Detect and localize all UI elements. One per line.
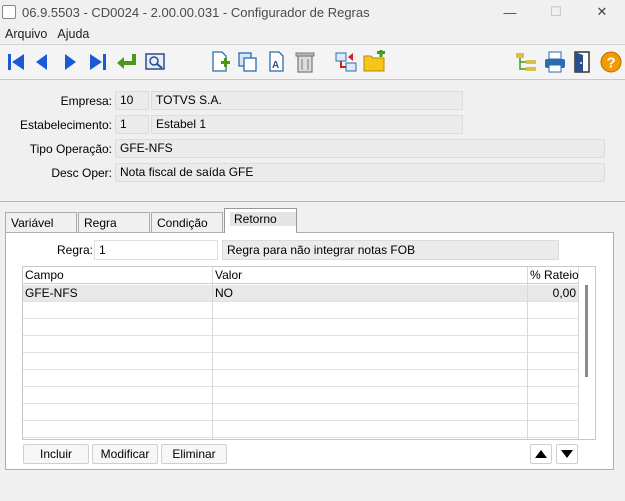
incluir-button[interactable]: Incluir	[23, 444, 89, 464]
empty-row	[23, 319, 579, 336]
goto-icon[interactable]	[114, 50, 138, 74]
table-row[interactable]: GFE-NFS NO 0,00	[23, 285, 579, 302]
first-record-icon[interactable]	[4, 50, 28, 74]
regra-label: Regra:	[57, 243, 94, 257]
section-divider	[0, 201, 625, 202]
desc-oper-field: Nota fiscal de saída GFE	[115, 163, 605, 182]
print-icon[interactable]	[543, 50, 567, 74]
arrow-down-icon	[561, 450, 573, 458]
eliminar-button[interactable]: Eliminar	[161, 444, 227, 464]
menu-bar: Arquivo Ajuda	[0, 24, 625, 44]
move-down-button[interactable]	[556, 444, 578, 464]
menu-arquivo[interactable]: Arquivo	[0, 27, 52, 41]
column-header-valor[interactable]: Valor	[213, 267, 528, 284]
estab-code-field: 1	[115, 115, 149, 134]
delete-icon[interactable]	[293, 50, 317, 74]
arrow-up-icon	[535, 450, 547, 458]
regra-input[interactable]: 1	[94, 240, 218, 260]
column-header-campo[interactable]: Campo	[23, 267, 213, 284]
empty-row	[23, 370, 579, 387]
grid-header-row: Campo Valor % Rateio	[23, 267, 579, 284]
desc-oper-label: Desc Oper:	[51, 166, 112, 180]
tipo-operacao-field: GFE-NFS	[115, 139, 605, 158]
regra-description-field: Regra para não integrar notas FOB	[222, 240, 559, 260]
tab-retorno-label: Retorno	[230, 212, 296, 226]
search-icon[interactable]	[143, 50, 167, 74]
empresa-code-field: 10	[115, 91, 149, 110]
last-record-icon[interactable]	[86, 50, 110, 74]
tab-variavel[interactable]: Variável	[5, 212, 77, 233]
new-folder-icon[interactable]	[362, 50, 386, 74]
grid-scroll-thumb[interactable]	[585, 285, 588, 377]
title-bar: 06.9.5503 - CD0024 - 2.00.00.031 - Confi…	[0, 0, 625, 24]
tab-regra[interactable]: Regra	[78, 212, 150, 233]
minimize-button[interactable]: —	[487, 0, 533, 24]
menu-ajuda[interactable]: Ajuda	[52, 27, 94, 41]
empty-row	[23, 421, 579, 438]
tab-condicao[interactable]: Condição	[151, 212, 223, 233]
retorno-grid[interactable]: Campo Valor % Rateio GFE-NFS NO 0,00	[22, 266, 596, 440]
empty-row	[23, 336, 579, 353]
next-record-icon[interactable]	[58, 50, 82, 74]
column-divider	[527, 267, 528, 439]
column-divider	[212, 267, 213, 439]
window-title: 06.9.5503 - CD0024 - 2.00.00.031 - Confi…	[22, 4, 370, 20]
column-divider	[578, 267, 579, 439]
cell-rateio: 0,00	[552, 286, 576, 300]
tab-retorno[interactable]: Retorno	[224, 208, 297, 233]
app-icon	[2, 5, 16, 19]
column-header-rateio[interactable]: % Rateio	[528, 267, 578, 284]
close-button[interactable]: ✕	[579, 0, 625, 24]
grid-scrollbar[interactable]	[580, 267, 595, 439]
empty-row	[23, 353, 579, 370]
tab-condicao-label: Condição	[157, 216, 208, 230]
svg-text:A: A	[272, 60, 279, 71]
edit-icon[interactable]: A	[265, 50, 289, 74]
network-icon[interactable]	[334, 50, 358, 74]
empresa-label: Empresa:	[60, 94, 112, 108]
estab-name-field: Estabel 1	[151, 115, 463, 134]
new-icon[interactable]	[208, 50, 232, 74]
empty-row	[23, 404, 579, 421]
previous-record-icon[interactable]	[30, 50, 54, 74]
exit-icon[interactable]	[571, 50, 595, 74]
modificar-button[interactable]: Modificar	[92, 444, 158, 464]
help-icon[interactable]: ?	[599, 50, 623, 74]
cell-valor: NO	[215, 286, 233, 300]
maximize-button[interactable]: ☐	[533, 0, 579, 24]
tipo-operacao-label: Tipo Operação:	[29, 142, 112, 156]
empresa-name-field: TOTVS S.A.	[151, 91, 463, 110]
move-up-button[interactable]	[530, 444, 552, 464]
svg-text:?: ?	[607, 55, 616, 72]
cell-campo: GFE-NFS	[25, 286, 78, 300]
toolbar: A ?	[0, 44, 625, 80]
empty-row	[23, 302, 579, 319]
tree-icon[interactable]	[514, 50, 538, 74]
tab-variavel-label: Variável	[11, 216, 54, 230]
estab-label: Estabelecimento:	[19, 118, 112, 132]
empty-row	[23, 387, 579, 404]
copy-icon[interactable]	[236, 50, 260, 74]
tab-regra-label: Regra	[84, 216, 117, 230]
